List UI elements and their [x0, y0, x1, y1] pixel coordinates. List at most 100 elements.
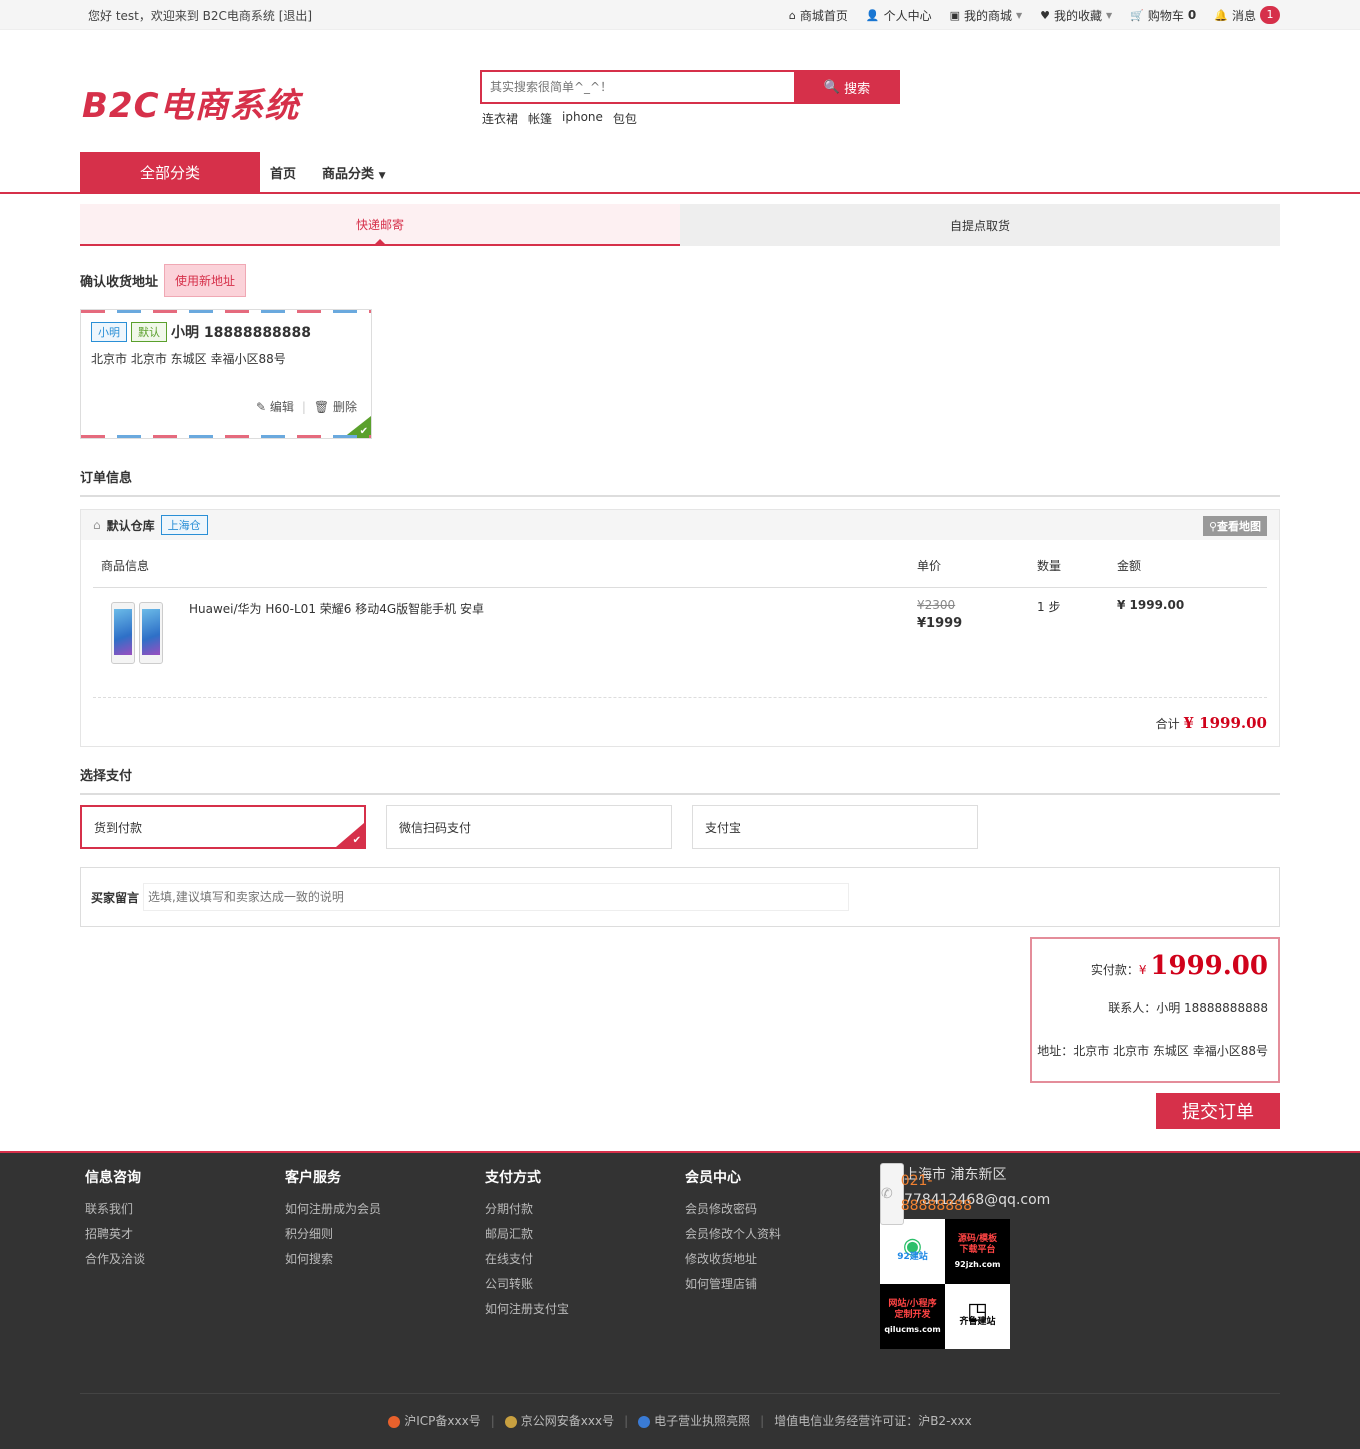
warehouse-header: ⌂ 默认仓库 上海仓 ⚲查看地图: [81, 510, 1279, 540]
subtotal: 合计 ¥ 1999.00: [93, 698, 1267, 746]
footer-link[interactable]: 招聘英才: [85, 1222, 280, 1247]
top-nav-my-mall[interactable]: ▣ 我的商城 ▼: [950, 7, 1023, 24]
new-address-button[interactable]: 使用新地址: [164, 264, 247, 297]
footer-link[interactable]: 修改收货地址: [685, 1247, 880, 1272]
trash-icon: 🗑: [313, 400, 330, 414]
payment-options: 货到付款 ✔ 微信扫码支付 支付宝: [80, 805, 1280, 849]
search-input[interactable]: [480, 70, 794, 104]
envelope-stripe: [81, 435, 371, 438]
top-nav-cart[interactable]: 🛒 购物车 0: [1130, 7, 1196, 24]
summary-contact: 联系人：小明 18888888888: [1108, 1001, 1268, 1015]
footer-link[interactable]: 会员修改密码: [685, 1197, 880, 1222]
footer-bottom: 沪ICP备xxx号 | 京公网安备xxx号 | 电子营业执照亮照 | 增值电信业…: [80, 1393, 1280, 1429]
message-count-badge: 1: [1260, 6, 1280, 24]
footer-link[interactable]: 公司转账: [485, 1272, 680, 1297]
footer-contact: ✆021-88888888 ⚲上海市 浦东新区 ✉778412468@qq.co…: [880, 1163, 1050, 1349]
top-nav: ⌂ 商城首页 👤 个人中心 ▣ 我的商城 ▼ ♥ 我的收藏 ▼ 🛒 购物车 0 🔔 消息 1: [789, 6, 1280, 24]
edit-icon: ✎: [255, 400, 267, 414]
footer-link[interactable]: 积分细则: [285, 1222, 480, 1247]
all-categories-button[interactable]: 全部分类: [80, 152, 260, 192]
col-product-info: 商品信息: [101, 559, 150, 573]
site-logo[interactable]: B2C电商系统: [82, 78, 300, 127]
footer-link[interactable]: 会员修改个人资料: [685, 1222, 880, 1247]
unit-price: ¥1999: [917, 616, 963, 631]
pay-label: 实付款：: [1090, 963, 1139, 977]
subtotal-value: ¥ 1999.00: [1183, 714, 1267, 732]
header: B2C电商系统 🔍搜索 连衣裙 帐篷 iphone 包包: [80, 30, 1280, 152]
summary-address: 地址：北京市 北京市 东城区 幸福小区88号: [1037, 1044, 1268, 1058]
payment-alipay-label: 支付宝: [705, 820, 742, 835]
chevron-down-icon: ▼: [1106, 10, 1113, 20]
logo-icon: ◳: [967, 1298, 988, 1324]
search-button-label: 搜索: [844, 81, 871, 97]
footer-link[interactable]: 分期付款: [485, 1197, 680, 1222]
table-row: Huawei/华为 H60-L01 荣耀6 移动4G版智能手机 安卓 ¥2300…: [93, 588, 1267, 698]
address-text: 北京市 北京市 东城区 幸福小区88号: [91, 352, 286, 366]
address-name-tag: 小明: [91, 322, 127, 342]
police-label: 京公网安备xxx号: [520, 1414, 615, 1428]
view-map-label: 查看地图: [1217, 520, 1261, 533]
product-image[interactable]: [101, 598, 171, 668]
map-marker-icon: ⚲: [1208, 520, 1217, 533]
order-summary: 实付款：¥ 1999.00 联系人：小明 18888888888 地址：北京市 …: [1030, 937, 1280, 1083]
nav-home[interactable]: 首页: [270, 163, 296, 182]
buyer-message-input[interactable]: [143, 883, 850, 911]
footer-ad-grid[interactable]: ◉ 92建站 源码/模板 下载平台 92jzh.com 网站/小程序 定制开发 qiluc…: [880, 1219, 1010, 1349]
footer-link[interactable]: 合作及洽谈: [85, 1247, 280, 1272]
top-nav-favorites-label: 我的收藏: [1054, 8, 1103, 23]
footer-link[interactable]: 邮局汇款: [485, 1222, 680, 1247]
bell-icon: 🔔: [1214, 8, 1228, 22]
pay-currency: ¥: [1138, 963, 1147, 977]
address-default-tag: 默认: [131, 322, 167, 342]
hot-word[interactable]: 帐篷: [528, 110, 552, 127]
footer-link[interactable]: 联系我们: [85, 1197, 280, 1222]
icp-icon: [388, 1415, 401, 1428]
telecom-license: 增值电信业务经营许可证：沪B2-xxx: [774, 1414, 972, 1428]
top-nav-messages[interactable]: 🔔 消息 1: [1214, 6, 1280, 24]
address-card[interactable]: 小明 默认 小明 18888888888 北京市 北京市 东城区 幸福小区88号…: [80, 309, 372, 439]
hot-word[interactable]: 包包: [613, 110, 637, 127]
subtotal-label: 合计: [1155, 717, 1180, 731]
ad-92jz: ◉ 92建站: [880, 1219, 945, 1284]
checkout-main: 快递邮寄 自提点取货 确认收货地址 使用新地址 小明 默认 小明 1888888…: [80, 204, 1280, 1129]
top-nav-home[interactable]: ⌂ 商城首页: [789, 7, 848, 24]
police-badge-icon: [504, 1415, 517, 1428]
search-icon: 🔍: [823, 79, 841, 95]
payment-cod[interactable]: 货到付款 ✔: [80, 805, 366, 849]
divider: |: [760, 1413, 765, 1428]
col-quantity: 数量: [1037, 559, 1062, 573]
envelope-stripe: [81, 310, 371, 313]
footer-link[interactable]: 如何注册成为会员: [285, 1197, 480, 1222]
submit-order-button[interactable]: 提交订单: [1156, 1093, 1280, 1129]
warehouse-icon: ⌂: [93, 518, 101, 532]
line-amount: ¥ 1999.00: [1117, 598, 1185, 612]
payment-alipay[interactable]: 支付宝: [692, 805, 978, 849]
hot-word[interactable]: 连衣裙: [482, 110, 518, 127]
view-map-button[interactable]: ⚲查看地图: [1202, 516, 1267, 536]
edit-address-button[interactable]: ✎ 编辑: [256, 398, 294, 415]
payment-wechat[interactable]: 微信扫码支付: [386, 805, 672, 849]
tab-pickup[interactable]: 自提点取货: [680, 204, 1280, 246]
police-link[interactable]: 京公网安备xxx号: [504, 1412, 615, 1429]
ad-site: 92jzh.com: [954, 1259, 1001, 1269]
product-name[interactable]: Huawei/华为 H60-L01 荣耀6 移动4G版智能手机 安卓: [189, 600, 484, 697]
footer-col-service: 客户服务 如何注册成为会员 积分细则 如何搜索: [280, 1167, 480, 1322]
footer-link[interactable]: 在线支付: [485, 1247, 680, 1272]
license-link[interactable]: 电子营业执照亮照: [638, 1412, 750, 1429]
footer-link[interactable]: 如何管理店铺: [685, 1272, 880, 1297]
top-nav-user-center[interactable]: 👤 个人中心: [866, 7, 932, 24]
icp-link[interactable]: 沪ICP备xxx号: [388, 1412, 481, 1429]
delete-address-button[interactable]: 🗑 删除: [314, 398, 357, 415]
contact-phone: 021-88888888: [900, 1173, 972, 1214]
footer-link[interactable]: 如何注册支付宝: [485, 1297, 680, 1322]
check-icon: ✔: [352, 835, 361, 846]
footer-link[interactable]: 如何搜索: [285, 1247, 480, 1272]
nav-categories[interactable]: 商品分类 ▼: [322, 163, 385, 182]
top-nav-favorites[interactable]: ♥ 我的收藏 ▼: [1040, 7, 1112, 24]
search-button[interactable]: 🔍 搜索: [794, 70, 900, 104]
footer-col-info: 信息咨询 联系我们 招聘英才 合作及洽谈: [80, 1167, 280, 1322]
footer-col-title: 信息咨询: [85, 1170, 141, 1186]
hot-word[interactable]: iphone: [562, 110, 603, 127]
tab-express[interactable]: 快递邮寄: [80, 204, 680, 246]
top-nav-messages-label: 消息: [1231, 8, 1256, 23]
